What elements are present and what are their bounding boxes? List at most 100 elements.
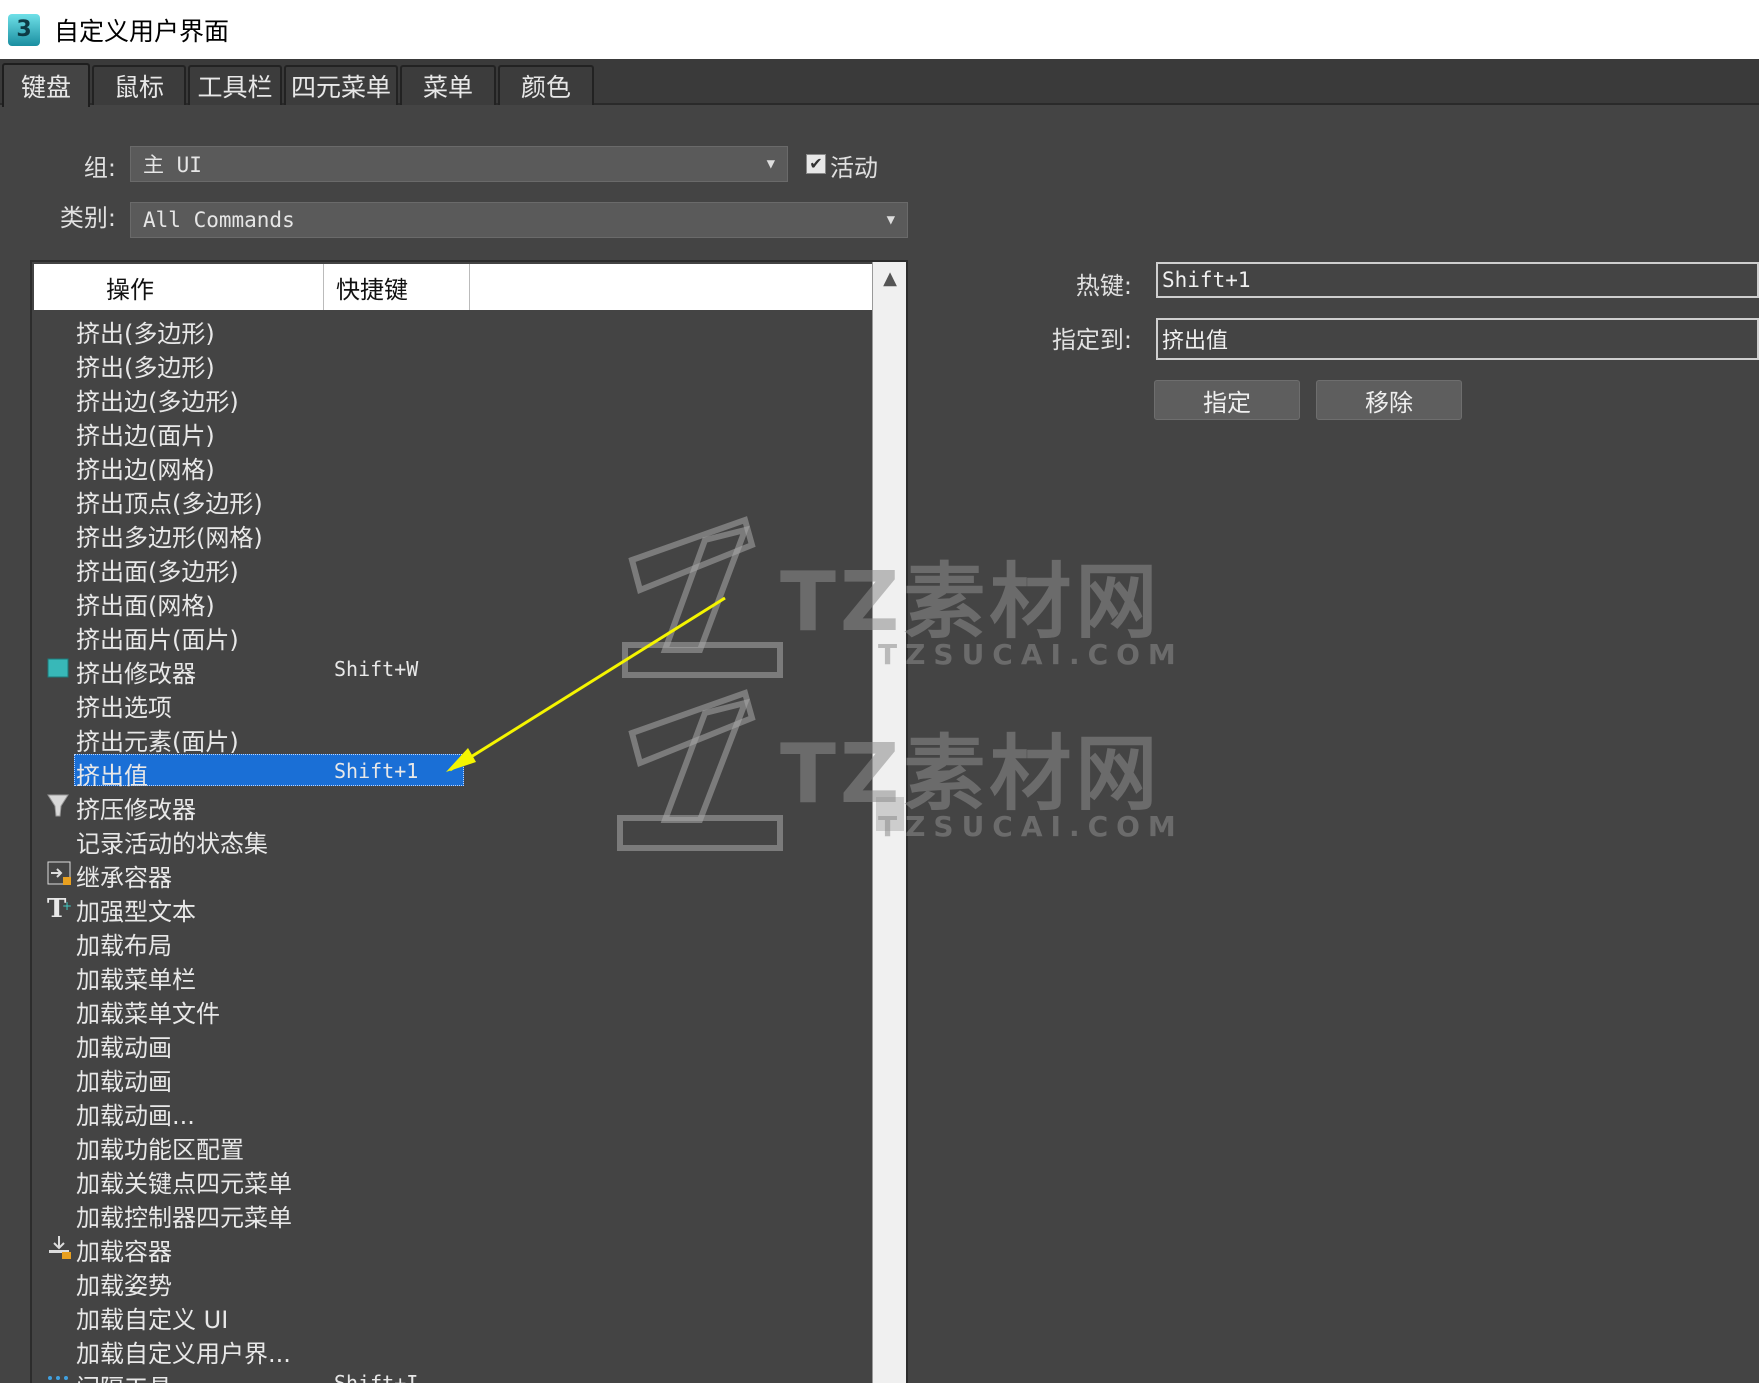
- action-name: 记录活动的状态集: [76, 830, 268, 858]
- list-item[interactable]: 继承容器: [34, 856, 874, 892]
- action-name: 加载容器: [76, 1238, 172, 1266]
- inherit-container-icon: [46, 860, 72, 886]
- list-item[interactable]: 挤出元素(面片): [34, 720, 874, 756]
- list-item[interactable]: 挤出面(多边形): [34, 550, 874, 586]
- list-item[interactable]: 挤出选项: [34, 686, 874, 722]
- chevron-down-icon: ▼: [766, 156, 775, 172]
- action-name: 挤出面(多边形): [76, 558, 239, 586]
- list-item[interactable]: 挤出值 Shift+1: [34, 754, 874, 790]
- action-name: 挤压修改器: [76, 796, 196, 824]
- list-item[interactable]: 挤压修改器: [34, 788, 874, 824]
- list-item[interactable]: 挤出面片(面片): [34, 618, 874, 654]
- category-label: 类别:: [59, 204, 116, 232]
- action-name: 挤出顶点(多边形): [76, 490, 263, 518]
- action-name: 加载自定义 UI: [76, 1306, 229, 1334]
- list-item[interactable]: 加载控制器四元菜单: [34, 1196, 874, 1232]
- list-item[interactable]: 加载菜单文件: [34, 992, 874, 1028]
- column-header-action[interactable]: 操作: [34, 264, 324, 310]
- action-name: 挤出边(面片): [76, 422, 215, 450]
- tab-keyboard[interactable]: 键盘: [2, 63, 90, 107]
- action-name: 挤出面片(面片): [76, 626, 239, 654]
- action-name: 挤出修改器: [76, 660, 196, 688]
- action-name: 挤出面(网格): [76, 592, 215, 620]
- list-item[interactable]: 挤出多边形(网格): [34, 516, 874, 552]
- assigned-to-label: 指定到:: [1051, 326, 1132, 354]
- action-name: 挤出边(网格): [76, 456, 215, 484]
- title-bar: 3 自定义用户界面: [0, 0, 1759, 59]
- action-name: 加载自定义用户界...: [76, 1340, 291, 1368]
- action-name: 加载布局: [76, 932, 172, 960]
- watermark-text-cn: TZ素材网: [780, 555, 1162, 650]
- hotkey-label: 热键:: [1075, 272, 1132, 300]
- list-item[interactable]: 加载关键点四元菜单: [34, 1162, 874, 1198]
- watermark-text-en: TZSUCAI.COM: [878, 810, 1184, 843]
- action-name: 加载菜单栏: [76, 966, 196, 994]
- list-item[interactable]: 加载功能区配置: [34, 1128, 874, 1164]
- assigned-to-field[interactable]: 挤出值: [1156, 318, 1759, 360]
- list-item[interactable]: 挤出边(网格): [34, 448, 874, 484]
- tab-bar: 键盘 鼠标 工具栏 四元菜单 菜单 颜色: [0, 59, 1759, 107]
- list-header: 操作 快捷键: [34, 264, 874, 310]
- list-item[interactable]: T + 加强型文本: [34, 890, 874, 926]
- chevron-down-icon: ▼: [886, 212, 895, 228]
- spacing-tool-icon: [46, 1370, 72, 1383]
- list-item[interactable]: 挤出边(面片): [34, 414, 874, 450]
- action-name: 加载功能区配置: [76, 1136, 244, 1164]
- tab-colors[interactable]: 颜色: [498, 65, 594, 105]
- list-item[interactable]: 间隔工具 Shift+I: [34, 1366, 874, 1383]
- action-name: 加载动画: [76, 1034, 172, 1062]
- tab-quad-menus[interactable]: 四元菜单: [284, 65, 398, 105]
- action-list[interactable]: 操作 快捷键 挤出(多边形) 挤出(多边形) 挤出边(多边形) 挤出边(面片) 挤出边(…: [30, 260, 908, 1383]
- active-checkbox[interactable]: ✔: [806, 154, 826, 174]
- list-item[interactable]: 加载菜单栏: [34, 958, 874, 994]
- list-item[interactable]: 挤出面(网格): [34, 584, 874, 620]
- hotkey-field[interactable]: Shift+1: [1156, 262, 1759, 298]
- shortcut-value: Shift+W: [334, 657, 419, 681]
- list-item[interactable]: 加载容器: [34, 1230, 874, 1266]
- action-name: 间隔工具: [76, 1368, 172, 1383]
- tab-mouse[interactable]: 鼠标: [92, 65, 186, 105]
- group-label: 组:: [83, 154, 116, 182]
- list-item[interactable]: 挤出(多边形): [34, 312, 874, 348]
- watermark-text-en: TZSUCAI.COM: [878, 638, 1184, 671]
- tab-menus[interactable]: 菜单: [400, 65, 496, 105]
- list-item[interactable]: 挤出顶点(多边形): [34, 482, 874, 518]
- action-name: 加载动画...: [76, 1102, 195, 1130]
- active-label: 活动: [830, 154, 878, 182]
- action-name: 挤出选项: [76, 694, 172, 722]
- remove-button[interactable]: 移除: [1316, 380, 1462, 420]
- text-plus-icon: T +: [46, 894, 72, 924]
- action-name: 挤出值: [76, 762, 148, 790]
- svg-text:+: +: [62, 899, 72, 913]
- tab-toolbars[interactable]: 工具栏: [188, 65, 282, 105]
- list-item[interactable]: 加载动画: [34, 1060, 874, 1096]
- category-value: All Commands: [143, 208, 295, 232]
- action-name: 加载动画: [76, 1068, 172, 1096]
- action-name: 挤出(多边形): [76, 320, 215, 348]
- watermark-text-cn: TZ素材网: [780, 727, 1162, 822]
- load-container-icon: [46, 1234, 72, 1260]
- list-item[interactable]: 加载姿势: [34, 1264, 874, 1300]
- app-3dsmax-icon: 3: [8, 13, 40, 46]
- list-item[interactable]: 挤出(多边形): [34, 346, 874, 382]
- category-dropdown[interactable]: All Commands ▼: [130, 202, 908, 238]
- action-name: 加载控制器四元菜单: [76, 1204, 292, 1232]
- group-dropdown[interactable]: 主 UI ▼: [130, 146, 788, 182]
- action-name: 加载姿势: [76, 1272, 172, 1300]
- list-item[interactable]: 加载自定义用户界...: [34, 1332, 874, 1368]
- window-title: 自定义用户界面: [54, 16, 230, 46]
- list-item[interactable]: 加载布局: [34, 924, 874, 960]
- action-name: 加载关键点四元菜单: [76, 1170, 292, 1198]
- action-name: 加载菜单文件: [76, 1000, 220, 1028]
- list-item[interactable]: 加载自定义 UI: [34, 1298, 874, 1334]
- action-name: 挤出元素(面片): [76, 728, 239, 756]
- list-item[interactable]: 挤出边(多边形): [34, 380, 874, 416]
- list-item[interactable]: 挤出修改器 Shift+W: [34, 652, 874, 688]
- group-value: 主 UI: [143, 153, 202, 177]
- scroll-up-icon[interactable]: ▲: [873, 262, 906, 296]
- list-item[interactable]: 加载动画: [34, 1026, 874, 1062]
- list-item[interactable]: 加载动画...: [34, 1094, 874, 1130]
- list-item[interactable]: 记录活动的状态集: [34, 822, 874, 858]
- assign-button[interactable]: 指定: [1154, 380, 1300, 420]
- column-header-shortcut[interactable]: 快捷键: [324, 264, 470, 310]
